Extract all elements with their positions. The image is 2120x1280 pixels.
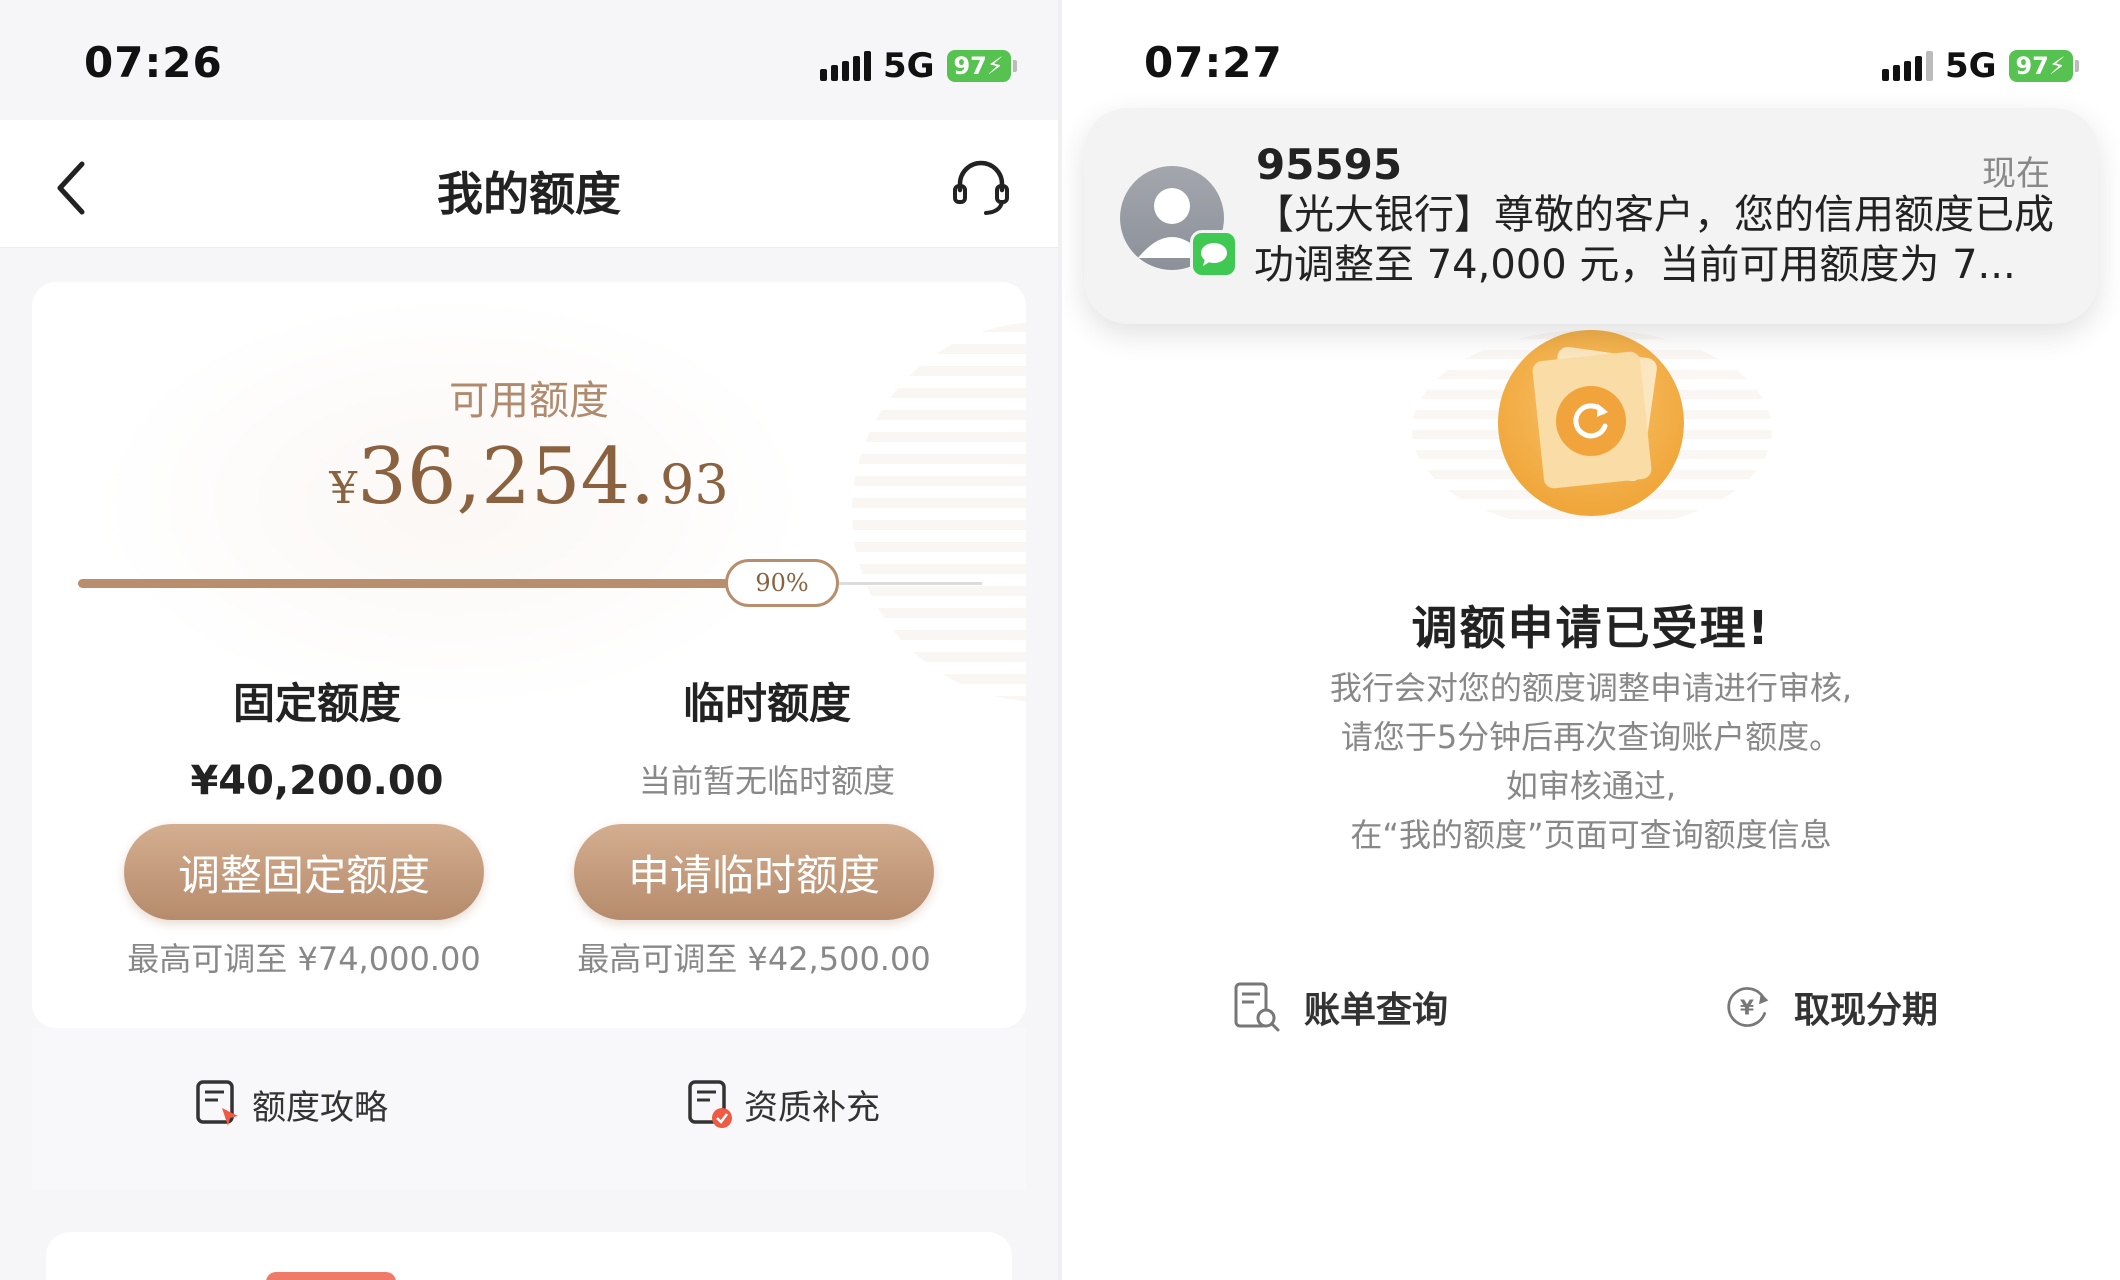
usage-progress-fill — [78, 579, 729, 588]
usage-percent-badge: 90% — [725, 559, 839, 607]
qualification-link[interactable]: 资质补充 — [686, 1078, 880, 1130]
fixed-quota-value: ¥40,200.00 — [190, 758, 444, 804]
next-card — [46, 1232, 1012, 1280]
notification-sender: 95595 — [1256, 140, 1403, 189]
document-pointer-icon — [196, 1080, 238, 1126]
result-title: 调额申请已受理! — [1411, 601, 1771, 655]
bill-search-icon — [1234, 982, 1280, 1032]
sms-notification[interactable]: 95595 现在 【光大银行】尊敬的客户，您的信用额度已成功调整至 74,000… — [1084, 108, 2098, 324]
result-line: 我行会对您的额度调整申请进行审核, — [1329, 669, 1853, 707]
network-type: 5G — [883, 46, 935, 86]
cash-installment-label: 取现分期 — [1794, 990, 1939, 1031]
quota-strategy-link[interactable]: 额度攻略 — [194, 1078, 388, 1130]
available-amount: ¥36,254. 93 — [32, 432, 1026, 522]
result-line: 如审核通过, — [1505, 767, 1677, 805]
document-check-icon — [688, 1080, 732, 1128]
quota-strategy-label: 额度攻略 — [252, 1087, 388, 1128]
right-screen: 07:27 5G 97 ⚡ 95595 现在 【光大银行】尊敬的客户，您的信用额… — [1062, 0, 2120, 1280]
quick-links: 额度攻略 资质补充 — [32, 1028, 1026, 1190]
signal-icon — [1882, 51, 1933, 81]
temp-quota-note: 当前暂无临时额度 — [638, 762, 895, 800]
result-description: 我行会对您的额度调整申请进行审核, 请您于5分钟后再次查询账户额度。 如审核通过… — [1062, 664, 2120, 860]
status-indicators: 5G 97 ⚡ — [820, 46, 1017, 86]
battery-level: 97 — [2015, 52, 2049, 80]
bill-query-label: 账单查询 — [1304, 990, 1449, 1031]
left-screen: 07:26 5G 97⚡ 我的额度 可用额度 ¥36,254. 93 90% — [0, 0, 1058, 1280]
fixed-max-note: 最高可调至 ¥74,000.00 — [127, 940, 481, 978]
qualification-label: 资质补充 — [744, 1087, 880, 1128]
available-label: 可用额度 — [449, 378, 609, 424]
cash-installment-button[interactable]: ¥ 取现分期 — [1722, 980, 1938, 1034]
fixed-quota-column: 固定额度 ¥40,200.00 — [102, 670, 532, 807]
fixed-quota-title: 固定额度 — [232, 679, 401, 728]
messages-app-icon — [1190, 230, 1238, 278]
battery-level: 97 — [953, 52, 987, 80]
signal-icon — [820, 51, 871, 81]
svg-text:¥: ¥ — [1740, 995, 1754, 1019]
temp-max-note: 最高可调至 ¥42,500.00 — [577, 940, 931, 978]
apply-temp-quota-button[interactable]: 申请临时额度 — [574, 824, 934, 920]
currency-symbol: ¥ — [329, 463, 358, 514]
card-tag — [266, 1272, 396, 1280]
temp-quota-title: 临时额度 — [682, 679, 851, 728]
quota-card: 可用额度 ¥36,254. 93 90% 固定额度 ¥40,200.00 临时额… — [32, 282, 1026, 1028]
refresh-icon — [1556, 386, 1626, 456]
page-header: 我的额度 — [0, 120, 1058, 248]
status-time: 07:27 — [1144, 38, 1283, 87]
notification-time: 现在 — [1982, 154, 2050, 194]
status-indicators: 5G 97 ⚡ — [1882, 46, 2079, 86]
bill-query-button[interactable]: 账单查询 — [1232, 980, 1448, 1034]
usage-progress-bar: 90% — [78, 559, 982, 607]
result-line: 在“我的额度”页面可查询额度信息 — [1350, 816, 1832, 854]
battery-icon: 97 ⚡ — [946, 50, 1017, 82]
amount-integer: 36,254. — [357, 432, 655, 522]
result-line: 请您于5分钟后再次查询账户额度。 — [1340, 718, 1842, 756]
amount-decimal: 93 — [660, 453, 729, 516]
adjust-fixed-quota-button[interactable]: 调整固定额度 — [124, 824, 484, 920]
headset-icon[interactable] — [950, 156, 1012, 218]
network-type: 5G — [1945, 46, 1997, 86]
page-title: 我的额度 — [437, 167, 621, 221]
notification-body: 【光大银行】尊敬的客户，您的信用额度已成功调整至 74,000 元，当前可用额度… — [1254, 192, 2054, 288]
yen-cycle-icon: ¥ — [1727, 987, 1769, 1027]
status-time: 07:26 — [84, 38, 223, 87]
battery-icon: 97 ⚡ — [2008, 50, 2079, 82]
processing-icon — [1498, 330, 1684, 516]
temp-quota-column: 临时额度 当前暂无临时额度 — [552, 670, 982, 807]
